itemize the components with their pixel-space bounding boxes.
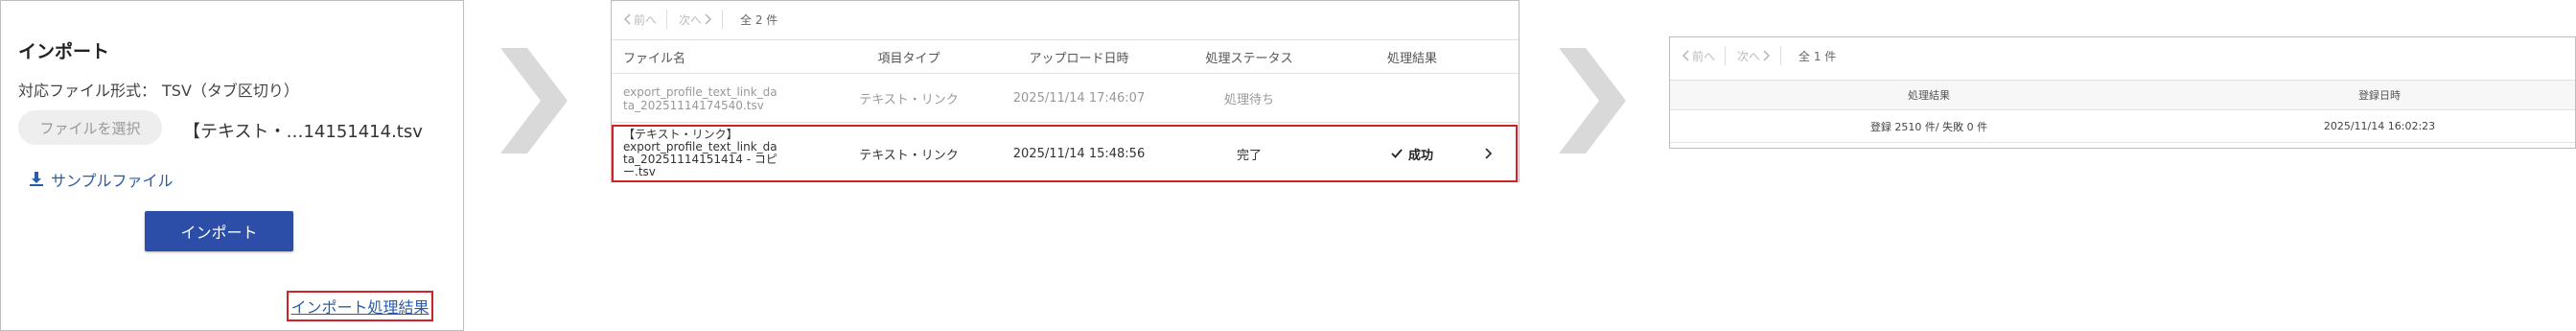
download-icon <box>30 172 43 186</box>
row-detail-button[interactable] <box>1479 125 1498 182</box>
chevron-right-icon <box>705 13 712 25</box>
file-name-cell: export_profile_text_link_da ta_202511141… <box>623 84 777 112</box>
file-format-info: 対応ファイル形式： TSV（タブ区切り） <box>18 78 305 101</box>
choose-file-button[interactable]: ファイルを選択 <box>18 110 162 145</box>
success-label: 成功 <box>1407 148 1433 163</box>
check-icon <box>1391 149 1403 158</box>
status-cell: 完了 <box>1236 148 1262 163</box>
table-header: ファイル名 項目タイプ アップロード日時 処理ステータス 処理結果 <box>612 39 1519 74</box>
column-header: 登録日時 <box>2358 89 2401 102</box>
column-header: 項目タイプ <box>877 51 940 66</box>
file-format-label: 対応ファイル形式： <box>18 82 157 100</box>
sample-file-link[interactable]: サンプルファイル <box>30 168 174 191</box>
column-header: ファイル名 <box>623 51 686 66</box>
prev-page-label: 前へ <box>1692 49 1716 63</box>
column-header: 処理結果 <box>1386 51 1437 66</box>
prev-page-button[interactable]: 前へ <box>1682 48 1715 64</box>
table-row[interactable]: 【テキスト・リンク】 export_profile_text_link_da t… <box>612 125 1519 182</box>
chevron-left-icon <box>1682 50 1689 61</box>
total-count: 全 2 件 <box>740 12 778 27</box>
chevron-right-icon <box>1763 50 1771 61</box>
pager-divider <box>1725 46 1727 65</box>
registered-at-cell: 2025/11/14 16:02:23 <box>2323 120 2436 132</box>
prev-page-button[interactable]: 前へ <box>623 12 657 28</box>
result-cell: 成功 <box>1340 125 1484 182</box>
column-header: 処理ステータス <box>1205 51 1293 66</box>
result-cell <box>1340 75 1484 122</box>
item-type-cell: テキスト・リンク <box>859 148 959 163</box>
next-page-label: 次へ <box>679 12 703 27</box>
chevron-left-icon <box>623 13 631 25</box>
sample-file-label: サンプルファイル <box>51 172 174 190</box>
next-page-button[interactable]: 次へ <box>1737 48 1771 64</box>
next-page-button[interactable]: 次へ <box>679 12 712 28</box>
item-type-cell: テキスト・リンク <box>859 93 959 107</box>
file-name-cell: 【テキスト・リンク】 export_profile_text_link_da t… <box>623 128 777 178</box>
import-history-table: 前へ 次へ 全 2 件 ファイル名 項目タイプ アップロード日時 処理ステータス… <box>611 0 1520 182</box>
import-result-detail: 前へ 次へ 全 1 件 処理結果 登録日時 登録 2510 件/ 失敗 0 件 … <box>1669 36 2576 149</box>
file-format-value: TSV（タブ区切り） <box>162 82 299 100</box>
selected-file-name: 【テキスト・…14151414.tsv <box>183 122 423 142</box>
table-row: export_profile_text_link_da ta_202511141… <box>612 75 1519 123</box>
next-page-label: 次へ <box>1737 49 1761 63</box>
chevron-right-icon <box>1485 148 1493 159</box>
prev-page-label: 前へ <box>634 12 658 27</box>
uploaded-at-cell: 2025/11/14 17:46:07 <box>1012 91 1146 106</box>
total-count: 全 1 件 <box>1799 49 1837 63</box>
import-result-link[interactable]: インポート処理結果 <box>287 291 433 321</box>
pager-divider <box>1780 46 1782 65</box>
column-header: アップロード日時 <box>1029 51 1129 66</box>
pagination: 前へ 次へ 全 1 件 <box>1670 37 1836 74</box>
step-arrow-icon <box>500 48 568 154</box>
status-cell: 処理待ち <box>1223 93 1274 107</box>
success-badge: 成功 <box>1391 145 1433 163</box>
pagination: 前へ 次へ 全 2 件 <box>612 1 777 37</box>
pager-divider <box>666 10 668 29</box>
step-arrow-icon <box>1559 48 1626 154</box>
table-row: 登録 2510 件/ 失敗 0 件 2025/11/14 16:02:23 <box>1670 110 2575 143</box>
pager-divider <box>722 10 724 29</box>
uploaded-at-cell: 2025/11/14 15:48:56 <box>1012 146 1146 161</box>
dialog-title: インポート <box>18 41 110 62</box>
import-button[interactable]: インポート <box>145 211 293 251</box>
table-header: 処理結果 登録日時 <box>1670 80 2575 110</box>
import-dialog: インポート 対応ファイル形式： TSV（タブ区切り） ファイルを選択 【テキスト・… <box>0 0 464 331</box>
